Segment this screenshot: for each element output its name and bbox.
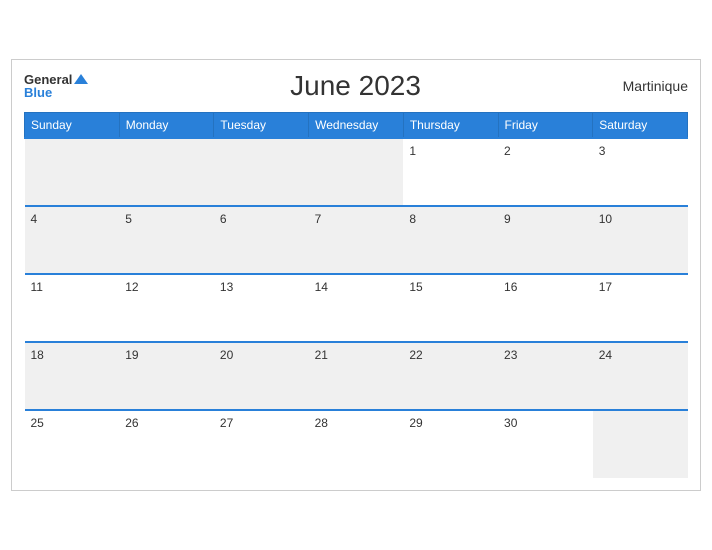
day-number: 14 xyxy=(315,280,328,294)
day-number: 7 xyxy=(315,212,322,226)
calendar-day-cell: 20 xyxy=(214,342,309,410)
logo-blue: Blue xyxy=(24,86,52,99)
day-number: 21 xyxy=(315,348,328,362)
calendar-day-cell: 21 xyxy=(309,342,404,410)
calendar-day-cell: 4 xyxy=(25,206,120,274)
logo-triangle-icon xyxy=(74,74,88,84)
calendar-header: General Blue June 2023 Martinique xyxy=(24,70,688,102)
calendar-week-row: 1 2 3 xyxy=(25,138,688,206)
day-number: 3 xyxy=(599,144,606,158)
calendar-day-cell: 12 xyxy=(119,274,214,342)
calendar-week-row: 4 5 6 7 8 9 10 xyxy=(25,206,688,274)
calendar-day-cell: 1 xyxy=(403,138,498,206)
calendar-day-cell: 30 xyxy=(498,410,593,478)
day-number: 8 xyxy=(409,212,416,226)
calendar-table: Sunday Monday Tuesday Wednesday Thursday… xyxy=(24,112,688,478)
day-number: 26 xyxy=(125,416,138,430)
calendar-day-cell: 5 xyxy=(119,206,214,274)
day-number: 24 xyxy=(599,348,612,362)
calendar-day-cell xyxy=(214,138,309,206)
calendar-title: June 2023 xyxy=(290,70,421,102)
calendar-day-cell: 9 xyxy=(498,206,593,274)
calendar-region: Martinique xyxy=(623,78,688,94)
day-number: 30 xyxy=(504,416,517,430)
calendar-header-row: Sunday Monday Tuesday Wednesday Thursday… xyxy=(25,113,688,139)
calendar-day-cell: 7 xyxy=(309,206,404,274)
day-number: 6 xyxy=(220,212,227,226)
col-thursday: Thursday xyxy=(403,113,498,139)
logo: General Blue xyxy=(24,73,88,99)
day-number: 12 xyxy=(125,280,138,294)
col-saturday: Saturday xyxy=(593,113,688,139)
calendar-day-cell: 3 xyxy=(593,138,688,206)
calendar-day-cell xyxy=(25,138,120,206)
calendar-day-cell: 24 xyxy=(593,342,688,410)
calendar-day-cell: 25 xyxy=(25,410,120,478)
calendar-week-row: 25 26 27 28 29 30 xyxy=(25,410,688,478)
day-number: 27 xyxy=(220,416,233,430)
day-number: 19 xyxy=(125,348,138,362)
day-number: 29 xyxy=(409,416,422,430)
calendar-day-cell: 26 xyxy=(119,410,214,478)
col-friday: Friday xyxy=(498,113,593,139)
calendar-container: General Blue June 2023 Martinique Sunday… xyxy=(11,59,701,491)
day-number: 2 xyxy=(504,144,511,158)
day-number: 22 xyxy=(409,348,422,362)
calendar-day-cell: 8 xyxy=(403,206,498,274)
day-number: 13 xyxy=(220,280,233,294)
calendar-day-cell: 14 xyxy=(309,274,404,342)
day-number: 10 xyxy=(599,212,612,226)
day-number: 17 xyxy=(599,280,612,294)
calendar-day-cell: 13 xyxy=(214,274,309,342)
calendar-day-cell: 6 xyxy=(214,206,309,274)
calendar-day-cell xyxy=(593,410,688,478)
calendar-day-cell: 16 xyxy=(498,274,593,342)
day-number: 9 xyxy=(504,212,511,226)
day-number: 5 xyxy=(125,212,132,226)
col-sunday: Sunday xyxy=(25,113,120,139)
col-wednesday: Wednesday xyxy=(309,113,404,139)
calendar-day-cell: 18 xyxy=(25,342,120,410)
day-number: 20 xyxy=(220,348,233,362)
calendar-day-cell: 11 xyxy=(25,274,120,342)
day-number: 1 xyxy=(409,144,416,158)
day-number: 15 xyxy=(409,280,422,294)
calendar-day-cell: 10 xyxy=(593,206,688,274)
calendar-day-cell: 15 xyxy=(403,274,498,342)
calendar-day-cell xyxy=(309,138,404,206)
day-number: 4 xyxy=(31,212,38,226)
calendar-day-cell: 23 xyxy=(498,342,593,410)
calendar-day-cell: 22 xyxy=(403,342,498,410)
calendar-day-cell: 17 xyxy=(593,274,688,342)
calendar-day-cell: 28 xyxy=(309,410,404,478)
calendar-day-cell: 27 xyxy=(214,410,309,478)
day-number: 23 xyxy=(504,348,517,362)
col-monday: Monday xyxy=(119,113,214,139)
col-tuesday: Tuesday xyxy=(214,113,309,139)
day-number: 28 xyxy=(315,416,328,430)
day-number: 18 xyxy=(31,348,44,362)
calendar-day-cell: 2 xyxy=(498,138,593,206)
calendar-day-cell xyxy=(119,138,214,206)
day-number: 25 xyxy=(31,416,44,430)
calendar-day-cell: 29 xyxy=(403,410,498,478)
calendar-week-row: 18 19 20 21 22 23 24 xyxy=(25,342,688,410)
day-number: 11 xyxy=(31,280,43,294)
calendar-day-cell: 19 xyxy=(119,342,214,410)
calendar-week-row: 11 12 13 14 15 16 17 xyxy=(25,274,688,342)
day-number: 16 xyxy=(504,280,517,294)
